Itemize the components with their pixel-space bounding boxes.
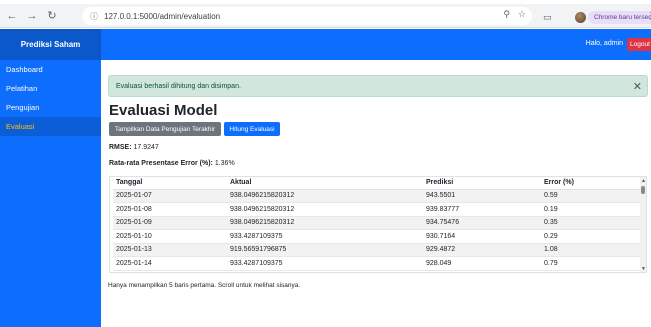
zoom-icon[interactable]: ⚲ — [503, 9, 510, 20]
col-header-tanggal: Tanggal — [113, 177, 227, 190]
forward-icon[interactable]: → — [24, 8, 40, 24]
table-row: 2025-01-07 938.0496215820312 943.5501 0.… — [113, 189, 645, 203]
cell-prediksi: 930.7164 — [423, 229, 541, 244]
error-metric: Rata-rata Presentase Error (%): 1.36% — [109, 160, 235, 167]
col-header-aktual: Aktual — [227, 177, 423, 190]
rmse-label: RMSE: — [109, 144, 132, 151]
close-icon[interactable]: ✕ — [633, 80, 642, 93]
cell-error: 0.79 — [541, 256, 645, 271]
sidebar-item-evaluasi[interactable]: Evaluasi — [0, 117, 101, 136]
table-row: 2025-01-08 938.0496215820312 939.83777 0… — [113, 202, 645, 217]
col-header-prediksi: Prediksi — [423, 177, 541, 190]
rmse-value: 17.9247 — [133, 144, 159, 151]
bookmark-star-icon[interactable]: ☆ — [518, 9, 526, 20]
cell-prediksi: 929.4872 — [423, 243, 541, 257]
sidebar-item-pelatihan[interactable]: Pelatihan — [0, 79, 101, 98]
table-row: 2025-01-09 938.0496215820312 934.75476 0… — [113, 216, 645, 230]
cell-aktual: 938.0496215820312 — [227, 216, 423, 230]
evaluation-table-container[interactable]: Tanggal Aktual Prediksi Error (%) 2025-0… — [109, 176, 647, 273]
cell-error: 1.08 — [541, 243, 645, 257]
table-scrollbar[interactable]: ▲ ▼ — [640, 177, 646, 272]
table-row: 2025-01-13 919.56591796875 929.4872 1.08 — [113, 243, 645, 257]
rmse-metric: RMSE: 17.9247 — [109, 144, 159, 151]
cell-prediksi: 928.049 — [423, 256, 541, 271]
scroll-thumb[interactable] — [641, 186, 645, 194]
cell-aktual: 933.4287109375 — [227, 229, 423, 244]
sidebar-item-dashboard[interactable]: Dashboard — [0, 60, 101, 79]
error-label: Rata-rata Presentase Error (%): — [109, 160, 213, 167]
page-title: Evaluasi Model — [109, 102, 218, 119]
sidebar-item-pengujian[interactable]: Pengujian — [0, 98, 101, 117]
cell-tanggal: 2025-01-08 — [113, 202, 227, 217]
table-note: Hanya menampilkan 5 baris pertama. Scrol… — [108, 282, 301, 289]
col-header-error: Error (%) — [541, 177, 645, 190]
brand-title[interactable]: Prediksi Saham — [0, 29, 101, 60]
browser-menu-icon[interactable]: ⋮ — [646, 11, 651, 22]
extensions-icon[interactable]: ▭ — [543, 12, 552, 23]
compute-evaluation-button[interactable]: Hitung Evaluasi — [224, 122, 280, 136]
sidebar: Dashboard Pelatihan Pengujian Evaluasi — [0, 60, 101, 327]
cell-aktual: 938.0496215820312 — [227, 189, 423, 203]
address-bar[interactable]: ⓘ 127.0.0.1:5000/admin/evaluation ⚲ ☆ — [82, 7, 532, 25]
cell-error: 0.19 — [541, 202, 645, 217]
back-icon[interactable]: ← — [4, 8, 20, 24]
cell-aktual: 919.56591796875 — [227, 243, 423, 257]
profile-avatar[interactable] — [575, 12, 586, 23]
cell-error: 0.59 — [541, 189, 645, 203]
browser-toolbar: ← → ↻ ⓘ 127.0.0.1:5000/admin/evaluation … — [0, 4, 651, 28]
alert-message: Evaluasi berhasil dihitung dan disimpan. — [116, 82, 241, 90]
cell-prediksi: 943.5501 — [423, 189, 541, 203]
address-url: 127.0.0.1:5000/admin/evaluation — [104, 11, 221, 21]
cell-tanggal: 2025-01-10 — [113, 229, 227, 244]
app-navbar: Prediksi Saham Halo, admin Logout — [0, 29, 651, 60]
evaluation-table: Tanggal Aktual Prediksi Error (%) 2025-0… — [113, 177, 645, 271]
cell-tanggal: 2025-01-07 — [113, 189, 227, 203]
error-value: 1.36% — [214, 160, 235, 167]
cell-error: 0.35 — [541, 216, 645, 230]
main-content: Evaluasi berhasil dihitung dan disimpan.… — [101, 60, 651, 327]
logout-button[interactable]: Logout — [627, 38, 651, 51]
scroll-down-icon[interactable]: ▼ — [641, 266, 646, 272]
success-alert: Evaluasi berhasil dihitung dan disimpan.… — [108, 75, 648, 97]
site-info-icon[interactable]: ⓘ — [90, 11, 98, 22]
scroll-up-icon[interactable]: ▲ — [641, 178, 646, 184]
cell-tanggal: 2025-01-13 — [113, 243, 227, 257]
cell-tanggal: 2025-01-09 — [113, 216, 227, 230]
chrome-update-button[interactable]: Chrome baru tersedia — [588, 11, 651, 24]
cell-aktual: 938.0496215820312 — [227, 202, 423, 217]
table-row: 2025-01-10 933.4287109375 930.7164 0.29 — [113, 229, 645, 244]
cell-error: 0.29 — [541, 229, 645, 244]
table-row: 2025-01-14 933.4287109375 928.049 0.79 — [113, 256, 645, 271]
reload-icon[interactable]: ↻ — [44, 8, 60, 24]
table-header-row: Tanggal Aktual Prediksi Error (%) — [113, 177, 645, 190]
cell-aktual: 933.4287109375 — [227, 256, 423, 271]
cell-prediksi: 934.75476 — [423, 216, 541, 230]
cell-prediksi: 939.83777 — [423, 202, 541, 217]
show-last-test-data-button[interactable]: Tampilkan Data Pengujian Terakhir — [109, 122, 221, 136]
user-greeting: Halo, admin — [585, 40, 623, 47]
cell-tanggal: 2025-01-14 — [113, 256, 227, 271]
